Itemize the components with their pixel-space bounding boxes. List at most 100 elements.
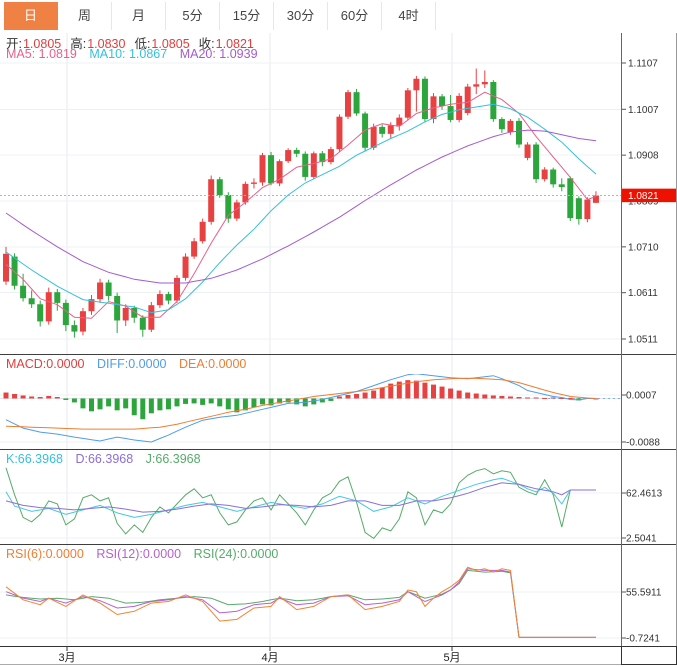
macd-bar — [448, 388, 454, 399]
candle-body — [28, 298, 35, 305]
candle-body — [541, 169, 548, 180]
macd-bar — [431, 384, 436, 399]
candle-body — [268, 155, 275, 184]
rsi-panel: 55.5911 -0.7241 — [0, 588, 662, 645]
candle-body — [62, 302, 69, 326]
macd-bar — [80, 398, 86, 409]
macd-bar — [131, 398, 137, 416]
candle-body — [481, 81, 488, 85]
candle-body — [327, 149, 334, 163]
candle-body — [182, 256, 189, 278]
svg-text:62.4613: 62.4613 — [626, 489, 663, 500]
candle-body — [379, 126, 386, 134]
rsi6-line — [5, 566, 596, 638]
macd-bar — [200, 398, 206, 405]
candle-body — [558, 184, 565, 188]
candle-body — [439, 96, 446, 107]
current-price-badge: 1.0821 — [622, 188, 677, 203]
candle-body — [250, 182, 257, 184]
candle-body — [156, 294, 163, 306]
tab-4时[interactable]: 4时 — [382, 2, 436, 30]
macd-bar — [183, 398, 189, 404]
k-value: K:66.3968 — [6, 452, 63, 466]
macd-header: MACD:0.0000 DIFF:0.0000 DEA:0.0000 — [6, 357, 255, 371]
candle-body — [45, 292, 52, 322]
candle-body — [567, 178, 574, 219]
macd-bar — [191, 398, 197, 404]
macd-bar — [54, 396, 60, 399]
candle-body — [259, 155, 266, 183]
month-label: 5月 — [443, 652, 460, 664]
rsi12-line — [5, 568, 596, 638]
macd-bar — [439, 386, 445, 399]
tab-月[interactable]: 月 — [112, 2, 166, 30]
svg-text:1.1007: 1.1007 — [628, 105, 659, 116]
j-line — [5, 467, 596, 540]
macd-bar — [516, 396, 522, 399]
j-value: J:66.3968 — [145, 452, 201, 466]
macd-bar — [542, 397, 548, 399]
macd-bar — [456, 390, 462, 399]
dea-value: DEA:0.0000 — [178, 357, 247, 371]
candle-body — [165, 294, 172, 301]
rsi6-value: RSI(6):0.0000 — [6, 547, 84, 561]
ma20-line — [5, 129, 597, 284]
macd-bar — [550, 397, 556, 399]
diff-value: DIFF:0.0000 — [97, 357, 167, 371]
macd-bar — [217, 398, 223, 407]
candle-body — [97, 282, 104, 300]
macd-bar — [12, 394, 18, 399]
month-label: 4月 — [261, 652, 278, 664]
macd-bar — [89, 398, 94, 412]
chart-app: 1.11071.10071.09081.08091.07101.06111.05… — [0, 0, 677, 667]
tab-15分[interactable]: 15分 — [220, 2, 274, 30]
candle-body — [11, 256, 18, 286]
chart-canvas: 1.11071.10071.09081.08091.07101.06111.05… — [0, 33, 677, 665]
dea-line — [5, 377, 597, 430]
candle-body — [550, 169, 557, 185]
macd-bar — [354, 394, 360, 399]
candle-body — [507, 120, 514, 132]
svg-text:1.0710: 1.0710 — [628, 242, 659, 253]
svg-text:1.1107: 1.1107 — [628, 59, 658, 70]
macd-bar — [46, 395, 52, 399]
candle-body — [345, 92, 351, 117]
macd-bar — [371, 390, 377, 399]
candle-body — [516, 120, 522, 145]
candle-body — [122, 307, 129, 321]
rsi-header: RSI(6):0.0000 RSI(12):0.0000 RSI(24):0.0… — [6, 547, 287, 561]
macd-bar — [174, 398, 180, 407]
time-axis: 3月 4月 5月 — [0, 646, 677, 665]
diff-line — [5, 374, 596, 443]
kdj-panel: 62.4613 2.5041 — [0, 489, 663, 545]
tab-周[interactable]: 周 — [58, 2, 112, 30]
tab-60分[interactable]: 60分 — [328, 2, 382, 30]
candle-body — [216, 179, 223, 195]
macd-bar — [225, 398, 231, 410]
tab-30分[interactable]: 30分 — [274, 2, 328, 30]
macd-value: MACD:0.0000 — [6, 357, 85, 371]
macd-bar — [20, 395, 26, 399]
candle-body — [114, 295, 121, 321]
tab-日[interactable]: 日 — [4, 2, 58, 30]
svg-text:1.0611: 1.0611 — [628, 288, 658, 299]
macd-bar — [29, 396, 35, 399]
candle-body — [370, 126, 377, 148]
macd-histogram — [3, 380, 599, 420]
candle-body — [191, 241, 198, 257]
macd-bar — [106, 398, 112, 407]
macd-bar — [490, 395, 496, 399]
candle-body — [413, 78, 420, 91]
macd-bar — [336, 396, 342, 399]
candle-body — [293, 150, 300, 154]
macd-bar — [71, 398, 77, 403]
candle-body — [71, 325, 78, 332]
candle-body — [404, 90, 411, 118]
candle-body — [575, 198, 582, 220]
svg-text:1.0908: 1.0908 — [628, 151, 659, 162]
candle-body — [37, 304, 44, 322]
candle-body — [490, 81, 497, 120]
macd-bar — [260, 398, 265, 405]
tab-5分[interactable]: 5分 — [166, 2, 220, 30]
k-line — [5, 477, 596, 518]
